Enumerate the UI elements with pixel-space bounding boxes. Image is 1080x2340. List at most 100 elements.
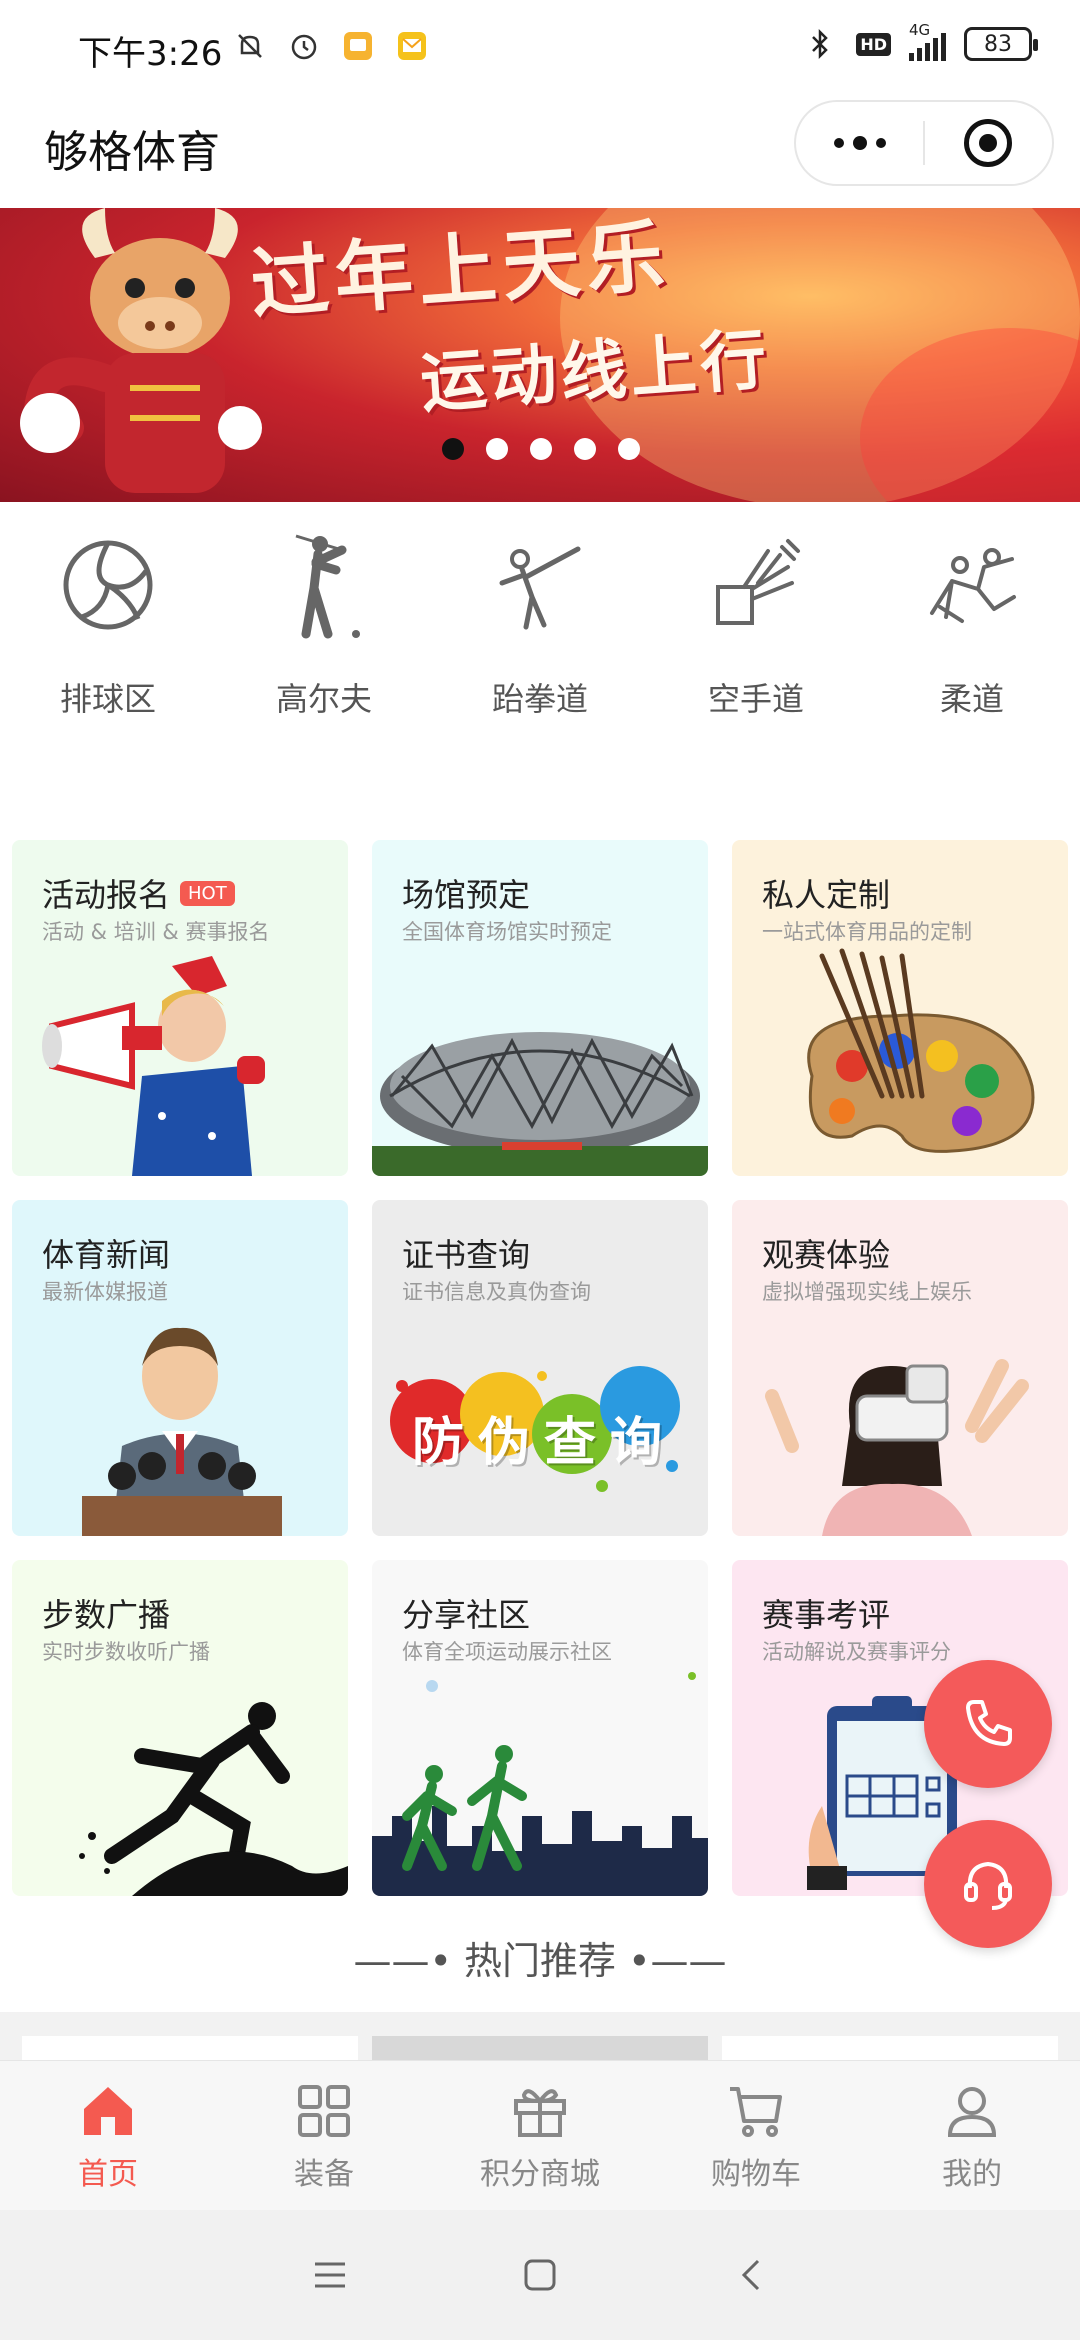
- close-miniprogram-button[interactable]: [925, 102, 1052, 184]
- feature-card-step-broadcast[interactable]: 步数广播 实时步数收听广播: [12, 1560, 348, 1896]
- square-icon: [524, 2259, 556, 2291]
- home-nav-button[interactable]: [510, 2245, 570, 2305]
- feature-card-venue-booking[interactable]: 场馆预定 全国体育场馆实时预定: [372, 840, 708, 1176]
- banner-pagination: [442, 438, 640, 460]
- anti-counterfeit-text: 防伪查询: [412, 1413, 677, 1473]
- card-title: 私人定制: [762, 876, 891, 914]
- tab-label: 首页: [78, 2157, 138, 2192]
- more-dot-icon: [875, 138, 886, 148]
- paint-palette-illustration: [807, 948, 1035, 1153]
- alarm-icon: [286, 28, 322, 64]
- volleyball-icon: [53, 530, 163, 640]
- category-volleyball[interactable]: 排球区: [0, 530, 216, 750]
- category-taekwondo[interactable]: 跆拳道: [432, 530, 648, 750]
- category-golf[interactable]: 高尔夫: [216, 530, 432, 750]
- mute-icon: [232, 28, 268, 64]
- feature-card-certificate-check[interactable]: 证书查询 证书信息及真伪查询 防伪查询: [372, 1200, 708, 1536]
- karate-icon: [701, 530, 811, 640]
- category-label: 跆拳道: [491, 680, 588, 718]
- grid-icon: [298, 2085, 350, 2137]
- runner-silhouette-illustration: [79, 1702, 348, 1896]
- card-subtitle: 虚拟增强现实线上娱乐: [762, 1280, 972, 1304]
- card-title: 观赛体验: [762, 1236, 891, 1274]
- card-title: 证书查询: [402, 1236, 531, 1274]
- hot-badge: HOT: [180, 880, 235, 906]
- megaphone-woman-illustration: [42, 956, 265, 1176]
- taekwondo-icon: [485, 530, 595, 640]
- pagination-dot[interactable]: [530, 438, 552, 460]
- menu-nav-button[interactable]: [300, 2245, 360, 2305]
- network-type: 4G: [909, 21, 931, 39]
- status-notification-icons: [232, 28, 430, 64]
- more-dot-icon: [833, 138, 844, 148]
- feature-card-custom-order[interactable]: 私人定制 一站式体育用品的定制: [732, 840, 1068, 1176]
- category-label: 排球区: [59, 680, 156, 718]
- card-title: 场馆预定: [402, 876, 531, 914]
- page-title: 够格体育: [44, 127, 220, 178]
- system-navigation-bar: [0, 2210, 1080, 2340]
- feature-card-viewing-experience[interactable]: 观赛体验 虚拟增强现实线上娱乐: [732, 1200, 1068, 1536]
- status-bar: 下午3:26 HD 4G 83: [0, 0, 1080, 96]
- tab-home[interactable]: 首页: [0, 2061, 216, 2210]
- vr-headset-woman-illustration: [765, 1359, 1029, 1536]
- bluetooth-icon: [802, 26, 838, 62]
- pagination-dot-active[interactable]: [442, 438, 464, 460]
- card-subtitle: 活动解说及赛事评分: [762, 1640, 951, 1664]
- sport-categories: 排球区 高尔夫 跆拳道 空手道 柔道: [0, 530, 1080, 750]
- pagination-dot[interactable]: [486, 438, 508, 460]
- feature-card-share-community[interactable]: 分享社区 体育全项运动展示社区: [372, 1560, 708, 1896]
- bottom-tab-bar: 首页 装备 积分商城 购物车 我的: [0, 2060, 1080, 2210]
- feature-grid: 活动报名 HOT 活动 & 培训 & 赛事报名 场馆预定 全国体育场馆实时预定: [12, 840, 1072, 1896]
- mail-app-icon: [394, 28, 430, 64]
- category-judo[interactable]: 柔道: [864, 530, 1080, 750]
- card-title: 赛事考评: [762, 1596, 891, 1634]
- card-title: 步数广播: [42, 1596, 171, 1634]
- target-icon: [964, 119, 1013, 167]
- hot-recommendations-title: ——• 热门推荐 •——: [353, 1939, 727, 1983]
- hd-badge: HD: [856, 32, 891, 56]
- feature-card-event-signup[interactable]: 活动报名 HOT 活动 & 培训 & 赛事报名: [12, 840, 348, 1176]
- message-app-icon: [340, 28, 376, 64]
- tab-profile[interactable]: 我的: [864, 2061, 1080, 2210]
- status-time: 下午3:26: [78, 34, 223, 74]
- tab-label: 购物车: [711, 2157, 801, 2192]
- tab-cart[interactable]: 购物车: [648, 2061, 864, 2210]
- user-icon: [947, 2087, 997, 2137]
- tab-label: 装备: [294, 2157, 354, 2192]
- customer-service-button[interactable]: [924, 1820, 1052, 1948]
- menu-icon: [315, 2262, 345, 2288]
- card-title-row: 活动报名 HOT: [42, 870, 235, 916]
- category-label: 高尔夫: [275, 680, 372, 718]
- card-subtitle: 最新体媒报道: [42, 1280, 168, 1304]
- signal-icon: 4G: [909, 21, 946, 61]
- category-karate[interactable]: 空手道: [648, 530, 864, 750]
- more-button[interactable]: [796, 102, 923, 184]
- recommendation-list-peek: [0, 2012, 1080, 2066]
- card-title: 体育新闻: [42, 1236, 171, 1274]
- phone-icon: [966, 1700, 1012, 1746]
- back-nav-button[interactable]: [720, 2245, 780, 2305]
- home-icon: [84, 2087, 132, 2135]
- category-label: 空手道: [707, 680, 804, 718]
- feature-card-sports-news[interactable]: 体育新闻 最新体媒报道: [12, 1200, 348, 1536]
- status-system-icons: HD 4G 83: [802, 21, 1038, 62]
- pagination-dot[interactable]: [618, 438, 640, 460]
- card-title: 分享社区: [402, 1596, 531, 1634]
- stadium-illustration: [372, 1032, 708, 1176]
- card-title: 活动报名: [42, 876, 171, 914]
- card-subtitle: 活动 & 培训 & 赛事报名: [42, 920, 270, 944]
- headset-icon: [964, 1861, 1012, 1910]
- call-button[interactable]: [924, 1660, 1052, 1788]
- tab-label: 我的: [942, 2157, 1002, 2192]
- back-chevron-icon: [741, 2259, 760, 2291]
- card-subtitle: 证书信息及真伪查询: [402, 1280, 591, 1304]
- card-subtitle: 实时步数收听广播: [42, 1640, 210, 1664]
- runners-city-illustration: [372, 1672, 708, 1896]
- tab-equipment[interactable]: 装备: [216, 2061, 432, 2210]
- more-dot-icon: [852, 136, 867, 150]
- pagination-dot[interactable]: [574, 438, 596, 460]
- category-label: 柔道: [939, 680, 1004, 718]
- cart-icon: [730, 2087, 782, 2137]
- news-anchor-illustration: [82, 1327, 282, 1536]
- tab-points-mall[interactable]: 积分商城: [432, 2061, 648, 2210]
